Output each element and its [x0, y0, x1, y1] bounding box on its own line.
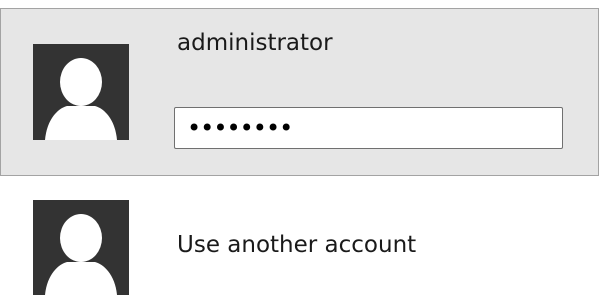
user-silhouette-icon [33, 44, 129, 140]
use-another-account-link[interactable]: Use another account [177, 230, 416, 260]
login-screen: administrator •••••••• Use another accou… [0, 0, 601, 295]
password-field[interactable]: •••••••• [174, 107, 563, 149]
user-silhouette-icon[interactable] [33, 200, 129, 295]
password-value: •••••••• [187, 114, 293, 142]
username-label: administrator [177, 30, 333, 56]
